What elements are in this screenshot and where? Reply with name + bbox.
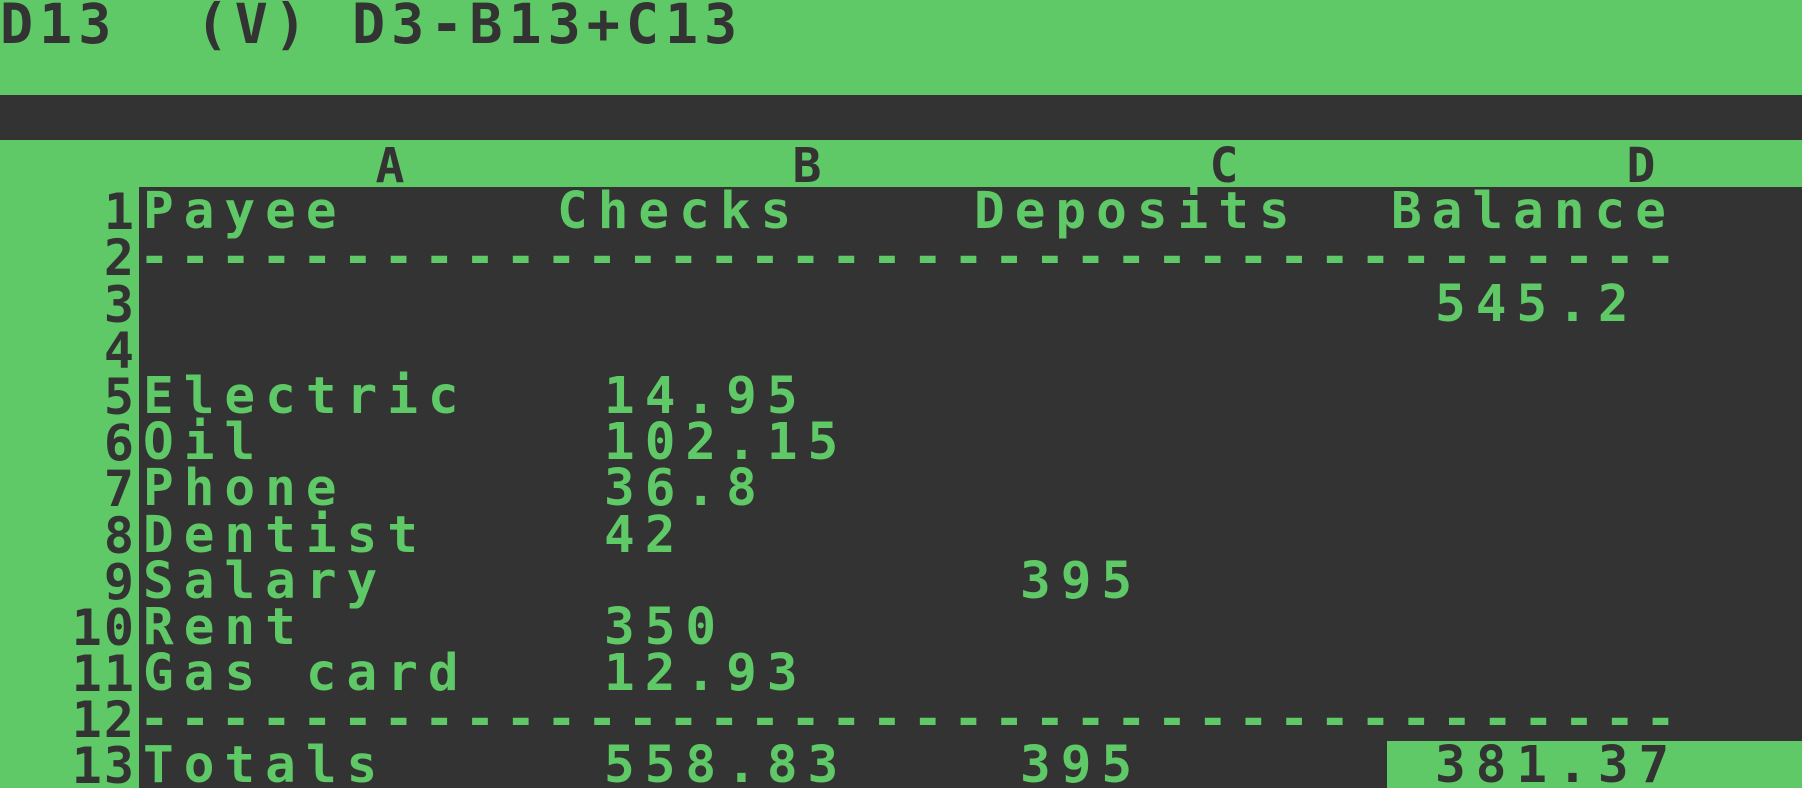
column-header-a[interactable]: A (360, 140, 420, 192)
row-header-5[interactable]: 5 (0, 372, 136, 422)
cell-d3[interactable]: 545.2 (1435, 279, 1639, 330)
cell-b5[interactable]: 14.95 (604, 371, 808, 422)
row-header-1[interactable]: 1 (0, 187, 136, 237)
row-header-2[interactable]: 2 (0, 233, 136, 283)
cell-a8[interactable]: Dentist (143, 510, 428, 561)
row-header-11[interactable]: 11 (0, 649, 136, 699)
current-cell-ref: D13 (0, 0, 118, 56)
cell-b8[interactable]: 42 (604, 510, 685, 561)
cell-b10[interactable]: 350 (604, 602, 726, 653)
cell-a1[interactable]: Payee (143, 186, 347, 237)
row-header-6[interactable]: 6 (0, 418, 136, 468)
row-header-12[interactable]: 12 (0, 695, 136, 745)
prompt-line[interactable] (0, 95, 1802, 140)
cell-c9[interactable]: 395 (1020, 556, 1142, 607)
cell-a11[interactable]: Gas card (143, 648, 469, 699)
cell-a13[interactable]: Totals (143, 740, 387, 788)
cell-a10[interactable]: Rent (143, 602, 306, 653)
cell-b1[interactable]: Checks (557, 186, 801, 237)
value-type-indicator: (V) (195, 0, 313, 56)
cell-b11[interactable]: 12.93 (604, 648, 808, 699)
row-header-4[interactable]: 4 (0, 326, 136, 376)
row-header-7[interactable]: 7 (0, 464, 136, 514)
column-header-bar (0, 140, 1802, 187)
cell-formula: D3-B13+C13 (352, 0, 744, 56)
status-line: D13 (V) D3-B13+C13 (0, 0, 743, 52)
cell-a12-separator[interactable]: -------------------------------------- (139, 695, 1802, 741)
visicalc-screen: D13 (V) D3-B13+C13 A B C D 1 2 3 4 5 6 7… (0, 0, 1802, 788)
row-header-10[interactable]: 10 (0, 603, 136, 653)
status-bar: D13 (V) D3-B13+C13 (0, 0, 1802, 95)
column-header-d[interactable]: D (1611, 140, 1671, 192)
column-header-c[interactable]: C (1194, 140, 1254, 192)
cell-a6[interactable]: Oil (143, 417, 265, 468)
cell-b6[interactable]: 102.15 (604, 417, 848, 468)
row-header-3[interactable]: 3 (0, 280, 136, 330)
row-header-8[interactable]: 8 (0, 511, 136, 561)
column-header-b[interactable]: B (777, 140, 837, 192)
cell-c1[interactable]: Deposits (974, 186, 1300, 237)
cell-d13-active-cursor[interactable]: 381.37 (1387, 736, 1802, 788)
cell-a7[interactable]: Phone (143, 463, 347, 514)
cell-a2-separator[interactable]: -------------------------------------- (139, 233, 1802, 279)
row-header-9[interactable]: 9 (0, 557, 136, 607)
cell-d1[interactable]: Balance (1391, 186, 1676, 237)
cell-a5[interactable]: Electric (143, 371, 469, 422)
cell-d13-value: 381.37 (1435, 736, 1680, 788)
cell-b7[interactable]: 36.8 (604, 463, 767, 514)
cell-a9[interactable]: Salary (143, 556, 387, 607)
cell-c13[interactable]: 395 (1020, 740, 1142, 788)
cell-b13[interactable]: 558.83 (604, 740, 848, 788)
row-header-13[interactable]: 13 (0, 741, 136, 788)
